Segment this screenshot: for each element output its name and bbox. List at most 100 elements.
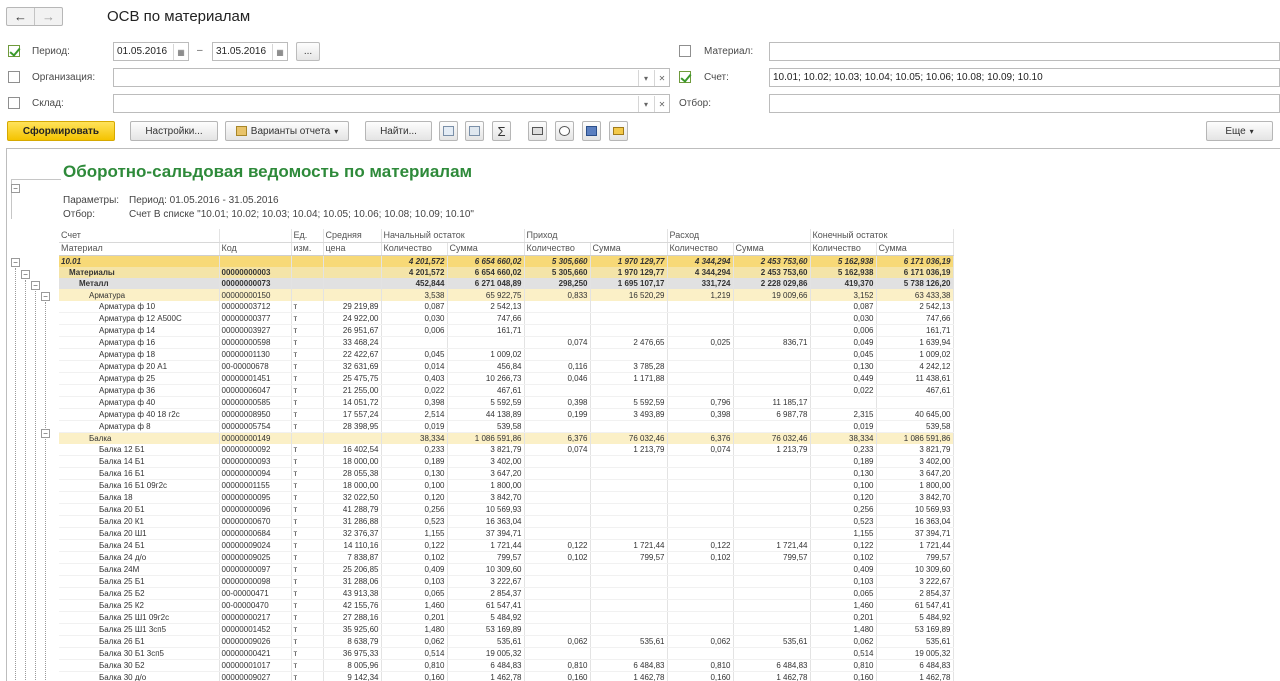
material-checkbox[interactable] xyxy=(679,45,691,57)
warehouse-checkbox[interactable] xyxy=(8,97,20,109)
period-checkbox[interactable] xyxy=(8,45,20,57)
cell-close-qty: 0,102 xyxy=(810,551,877,564)
cell-code: 00000000217 xyxy=(219,611,292,624)
account-checkbox[interactable] xyxy=(679,71,691,83)
table-row[interactable]: Балка 30 Б1 3сп5 00000000421 т 36 975,33 0,5… xyxy=(59,647,954,660)
clear-icon[interactable]: ✕ xyxy=(654,96,669,112)
cell-close-qty: 0,130 xyxy=(810,360,877,373)
table-row[interactable]: Балка 20 К1 00000000670 т 31 286,88 0,523 16 … xyxy=(59,515,954,528)
cell-in-qty: 6,376 xyxy=(524,432,591,444)
dropdown-icon[interactable]: ▾ xyxy=(638,96,653,112)
table-row[interactable]: 10.01 4 201,572 6 654 660,02 5 305,660 1 970… xyxy=(59,255,954,267)
table-row[interactable]: Арматура ф 20 А1 00-00000678 т 32 631,69 0,0… xyxy=(59,360,954,373)
table-row[interactable]: Материалы 00000000003 4 201,572 6 654 660,0… xyxy=(59,266,954,278)
sum-icon[interactable]: Σ xyxy=(492,121,511,141)
cell-open-sum: 456,84 xyxy=(447,360,525,373)
table-row[interactable]: Арматура ф 18 00000001130 т 22 422,67 0,045 1… xyxy=(59,348,954,361)
clear-icon[interactable]: ✕ xyxy=(654,70,669,86)
account-field[interactable]: 10.01; 10.02; 10.03; 10.04; 10.05; 10.06… xyxy=(769,68,1280,87)
table-row[interactable]: Арматура ф 40 18 г2с 00000008950 т 17 557,2… xyxy=(59,408,954,421)
more-actions-button[interactable]: Еще ▾ xyxy=(1206,121,1273,141)
find-button[interactable]: Найти... xyxy=(365,121,432,141)
table-row[interactable]: Балка 20 Б1 00000000096 т 41 288,79 0,256 10 … xyxy=(59,503,954,516)
cell-open-qty: 1,460 xyxy=(381,599,448,612)
table-row[interactable]: Арматура ф 25 00000001451 т 25 475,75 0,403 1… xyxy=(59,372,954,385)
table-row[interactable]: Балка 24 Б1 00000009024 т 14 110,16 0,122 1 7… xyxy=(59,539,954,552)
table-row[interactable]: Балка 18 00000000095 т 32 022,50 0,120 3 842,… xyxy=(59,491,954,504)
cell-out-sum xyxy=(733,575,811,588)
filter-field[interactable] xyxy=(769,94,1280,113)
table-row[interactable]: Балка 00000000149 38,334 1 086 591,86 6,376 7… xyxy=(59,432,954,444)
cell-close-qty: 0,160 xyxy=(810,671,877,681)
table-row[interactable]: Балка 30 Б2 00000001017 т 8 005,96 0,810 6 48… xyxy=(59,659,954,672)
generate-button[interactable]: Сформировать xyxy=(7,121,115,141)
forward-arrow-icon[interactable]: → xyxy=(34,8,62,25)
settings-button[interactable]: Настройки... xyxy=(130,121,218,141)
date-from-field[interactable]: 01.05.2016 ▦ xyxy=(113,42,189,61)
calendar-icon[interactable]: ▦ xyxy=(173,44,188,60)
table-row[interactable]: Балка 25 К2 00-00000470 т 42 155,76 1,460 61 … xyxy=(59,599,954,612)
cell-out-qty xyxy=(667,563,734,576)
table-row[interactable]: Арматура ф 40 00000000585 т 14 051,72 0,398 5… xyxy=(59,396,954,409)
back-arrow-icon[interactable]: ← xyxy=(7,8,34,25)
col-expense-header: Расход xyxy=(667,229,811,243)
warehouse-field[interactable]: ▾ ✕ xyxy=(113,94,670,113)
collapse-icon[interactable]: − xyxy=(31,281,40,290)
table-row[interactable]: Арматура ф 36 00000006047 т 21 255,00 0,022 4… xyxy=(59,384,954,397)
cell-material: Арматура ф 10 xyxy=(59,300,220,313)
report-variants-button[interactable]: Варианты отчета ▾ xyxy=(225,121,349,141)
cell-out-sum: 6 987,78 xyxy=(733,408,811,421)
table-row[interactable]: Балка 25 Б1 00000000098 т 31 288,06 0,103 3 2… xyxy=(59,575,954,588)
table-row[interactable]: Балка 16 Б1 00000000094 т 28 055,38 0,130 3 6… xyxy=(59,467,954,480)
cell-open-sum: 3 222,67 xyxy=(447,575,525,588)
table-row[interactable]: Арматура ф 16 00000000598 т 33 468,24 0,074 2… xyxy=(59,336,954,349)
collapse-groups-icon[interactable] xyxy=(465,121,484,141)
table-row[interactable]: Арматура 00000000150 3,538 65 922,75 0,833 16… xyxy=(59,289,954,301)
calendar-icon[interactable]: ▦ xyxy=(272,44,287,60)
save-icon[interactable] xyxy=(582,121,601,141)
cell-unit: т xyxy=(291,659,324,672)
cell-close-qty: 0,233 xyxy=(810,443,877,456)
table-row[interactable]: Балка 24 д/о 00000009025 т 7 838,87 0,102 799… xyxy=(59,551,954,564)
table-row[interactable]: Балка 12 Б1 00000000092 т 16 402,54 0,233 3 8… xyxy=(59,443,954,456)
table-row[interactable]: Арматура ф 12 А500С 00000000377 т 24 922,00… xyxy=(59,312,954,325)
material-label: Материал: xyxy=(704,46,754,57)
table-row[interactable]: Металл 00000000073 452,844 6 271 048,89 298,… xyxy=(59,277,954,290)
expand-groups-icon[interactable] xyxy=(439,121,458,141)
collapse-icon[interactable]: − xyxy=(11,258,20,267)
organization-field[interactable]: ▾ ✕ xyxy=(113,68,670,87)
collapse-icon[interactable]: − xyxy=(41,292,50,301)
collapse-icon[interactable]: − xyxy=(21,270,30,279)
table-row[interactable]: Балка 25 Ш1 09г2с 00000000217 т 27 288,16 0,… xyxy=(59,611,954,624)
table-row[interactable]: Балка 20 Ш1 00000000684 т 32 376,37 1,155 37 … xyxy=(59,527,954,540)
cell-out-qty: 1,219 xyxy=(667,289,734,301)
table-row[interactable]: Арматура ф 8 00000005754 т 28 398,95 0,019 53… xyxy=(59,420,954,433)
col-qty-header: Количество xyxy=(524,242,591,256)
cell-close-sum: 799,57 xyxy=(876,551,954,564)
col-unit-header: Ед. xyxy=(291,229,324,243)
table-row[interactable]: Балка 16 Б1 09г2с 00000001155 т 18 000,00 0,… xyxy=(59,479,954,492)
table-row[interactable]: Арматура ф 10 00000003712 т 29 219,89 0,087 2… xyxy=(59,300,954,313)
table-row[interactable]: Балка 26 Б1 00000009026 т 8 638,79 0,062 535,… xyxy=(59,635,954,648)
date-to-field[interactable]: 31.05.2016 ▦ xyxy=(212,42,288,61)
table-row[interactable]: Балка 25 Ш1 3сп5 00000001452 т 35 925,60 1,4… xyxy=(59,623,954,636)
collapse-icon[interactable]: − xyxy=(41,429,50,438)
report-area[interactable]: − Оборотно-сальдовая ведомость по матери… xyxy=(6,148,1280,681)
print-icon[interactable] xyxy=(528,121,547,141)
table-row[interactable]: Балка 14 Б1 00000000093 т 18 000,00 0,189 3 4… xyxy=(59,455,954,468)
organization-checkbox[interactable] xyxy=(8,71,20,83)
dropdown-icon[interactable]: ▾ xyxy=(638,70,653,86)
cell-in-sum xyxy=(590,384,668,397)
table-row[interactable]: Балка 25 Б2 00-00000471 т 43 913,38 0,065 2 8… xyxy=(59,587,954,600)
collapse-icon[interactable]: − xyxy=(11,184,20,193)
send-email-icon[interactable] xyxy=(609,121,628,141)
cell-close-sum: 3 402,00 xyxy=(876,455,954,468)
preview-icon[interactable] xyxy=(555,121,574,141)
table-row[interactable]: Арматура ф 14 00000003927 т 26 951,67 0,006 1… xyxy=(59,324,954,337)
filter-label: Отбор: xyxy=(679,98,711,109)
period-select-button[interactable]: ... xyxy=(296,42,320,61)
material-field[interactable] xyxy=(769,42,1280,61)
cell-unit: т xyxy=(291,647,324,660)
table-row[interactable]: Балка 30 д/о 00000009027 т 9 142,34 0,160 1 4… xyxy=(59,671,954,681)
table-row[interactable]: Балка 24М 00000000097 т 25 206,85 0,409 10 30… xyxy=(59,563,954,576)
